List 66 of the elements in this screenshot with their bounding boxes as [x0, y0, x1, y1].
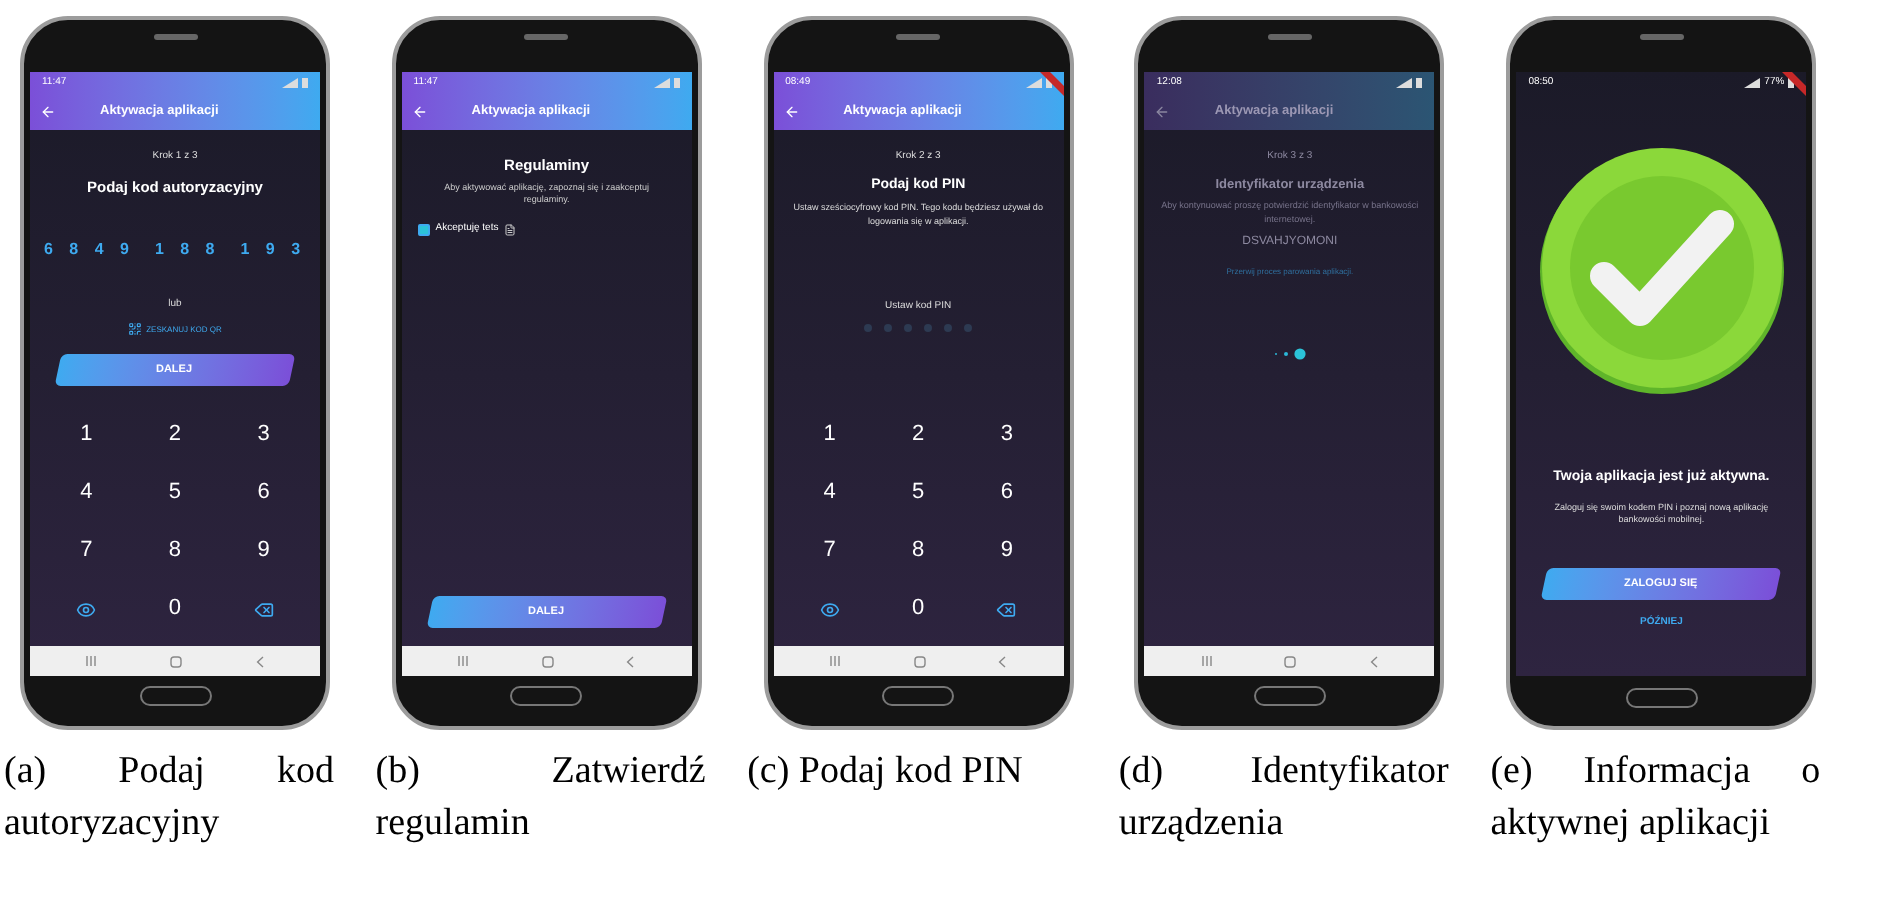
keypad-key[interactable]: 6: [982, 473, 1031, 513]
figure-caption: (b) Zatwierdź regulamin: [375, 748, 706, 848]
home-button[interactable]: [1625, 688, 1698, 708]
home-button[interactable]: [882, 686, 955, 706]
signal-icon: [282, 77, 298, 87]
home-icon[interactable]: [913, 655, 926, 667]
keypad-key[interactable]: 4: [805, 473, 854, 513]
signal-icon: [1396, 77, 1413, 87]
code-digits: 1 9 3: [240, 237, 307, 262]
speaker-grille: [1639, 34, 1684, 40]
home-button[interactable]: [1253, 686, 1326, 706]
keypad-key[interactable]: 0: [150, 589, 199, 629]
keypad-key[interactable]: 1: [62, 415, 111, 455]
back-arrow-icon[interactable]: [40, 103, 56, 119]
qr-code-icon: [128, 322, 143, 337]
figure-caption: (d) Identyfikator urządzenia: [1118, 748, 1449, 848]
figure-caption: (e) Informacja o aktywnej aplikacji: [1490, 748, 1821, 848]
keypad-key[interactable]: 0: [894, 589, 943, 629]
home-icon[interactable]: [169, 655, 182, 667]
battery-icon: [673, 77, 680, 87]
keypad-key[interactable]: 9: [982, 531, 1031, 571]
check-badge-icon: [1535, 144, 1788, 396]
back-icon[interactable]: [1370, 655, 1379, 667]
backspace-icon[interactable]: [996, 599, 1017, 619]
eye-icon[interactable]: [76, 599, 97, 619]
speaker-grille: [153, 34, 197, 40]
keypad-key[interactable]: 5: [894, 473, 943, 513]
keypad-key[interactable]: 2: [894, 415, 943, 455]
battery-icon: [302, 77, 308, 87]
keypad-key[interactable]: 6: [239, 473, 288, 513]
keypad-key[interactable]: 1: [805, 415, 854, 455]
backspace-icon[interactable]: [253, 599, 274, 619]
back-icon[interactable]: [626, 655, 635, 667]
back-arrow-icon[interactable]: [783, 103, 800, 119]
speaker-grille: [896, 34, 941, 40]
keypad-key[interactable]: 7: [805, 531, 854, 571]
speaker-grille: [524, 34, 569, 40]
figure-caption: (c) Podaj kod PIN: [747, 748, 1025, 796]
keypad-key[interactable]: 7: [62, 531, 111, 571]
accept-checkbox[interactable]: [417, 224, 430, 236]
document-icon[interactable]: [504, 224, 517, 236]
back-arrow-icon[interactable]: [1154, 103, 1171, 119]
signal-icon: [1744, 77, 1761, 87]
keypad-key[interactable]: 9: [239, 531, 288, 571]
speaker-grille: [1267, 34, 1312, 40]
back-arrow-icon[interactable]: [411, 103, 428, 119]
signal-icon: [653, 77, 670, 87]
back-icon[interactable]: [255, 655, 264, 667]
signal-icon: [1025, 77, 1042, 87]
code-digits: 6 8 4 9: [43, 237, 135, 262]
keypad-key[interactable]: 5: [150, 473, 199, 513]
keypad-key[interactable]: 2: [150, 415, 199, 455]
keypad-key[interactable]: 8: [894, 531, 943, 571]
keypad-key[interactable]: 3: [982, 415, 1031, 455]
eye-icon[interactable]: [819, 599, 840, 619]
keypad-key[interactable]: 8: [150, 531, 199, 571]
back-icon[interactable]: [998, 655, 1007, 667]
home-icon[interactable]: [541, 655, 554, 667]
home-button[interactable]: [510, 686, 583, 706]
code-digits: 1 8 8: [154, 237, 221, 262]
keypad-key[interactable]: 3: [239, 415, 288, 455]
figure-caption: (a) Podaj kod autoryzacyjny: [4, 748, 334, 848]
home-button[interactable]: [139, 686, 211, 706]
home-icon[interactable]: [1284, 655, 1297, 667]
battery-icon: [1416, 77, 1423, 87]
keypad-key[interactable]: 4: [62, 473, 111, 513]
